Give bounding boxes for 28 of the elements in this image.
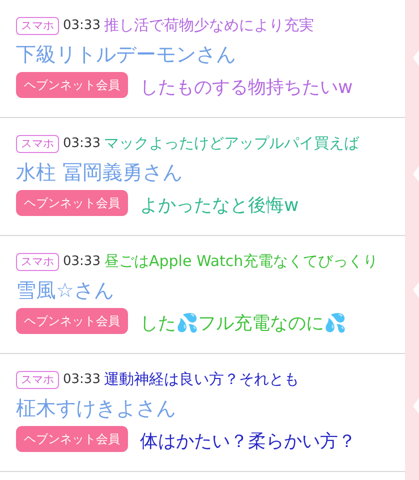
user-name[interactable]: 下級リトルデーモンさん (16, 40, 236, 68)
post-time: 03:33 (63, 135, 100, 153)
caption-text: したものする物持ちたいw (140, 76, 353, 100)
member-badge[interactable]: ヘブンネット会員 (16, 308, 128, 334)
member-badge[interactable]: ヘブンネット会員 (16, 72, 128, 98)
post-time: 03:33 (63, 371, 100, 389)
caption-text: 体はかたい？柔らかい方？ (140, 430, 356, 454)
device-tag: スマホ (16, 370, 59, 389)
caption-text: よかったなと後悔w (140, 194, 299, 218)
post-time: 03:33 (63, 253, 100, 271)
member-badge[interactable]: ヘブンネット会員 (16, 426, 128, 452)
notch-icon (413, 166, 419, 182)
caption-text: マックよったけどアップルパイ買えば (104, 133, 359, 154)
notch-icon (413, 398, 419, 414)
device-tag: スマホ (16, 134, 59, 153)
user-name[interactable]: 雪風☆さん (16, 276, 114, 304)
user-name[interactable]: 水柱 冨岡義勇さん (16, 158, 182, 186)
device-tag: スマホ (16, 16, 59, 35)
caption-text: 運動神経は良い方？それとも (104, 369, 299, 390)
caption-text: した💦フル充電なのに💦 (140, 312, 346, 336)
caption-text: 昼ごはApple Watch充電なくてびっくり (104, 251, 378, 272)
user-name[interactable]: 柾木すけきよさん (16, 394, 176, 422)
notch-icon (413, 282, 419, 298)
member-badge[interactable]: ヘブンネット会員 (16, 190, 128, 216)
caption-text: 推し活で荷物少なめにより充実 (104, 15, 314, 36)
post-time: 03:33 (63, 17, 100, 35)
device-tag: スマホ (16, 252, 59, 271)
notch-icon (413, 50, 419, 66)
